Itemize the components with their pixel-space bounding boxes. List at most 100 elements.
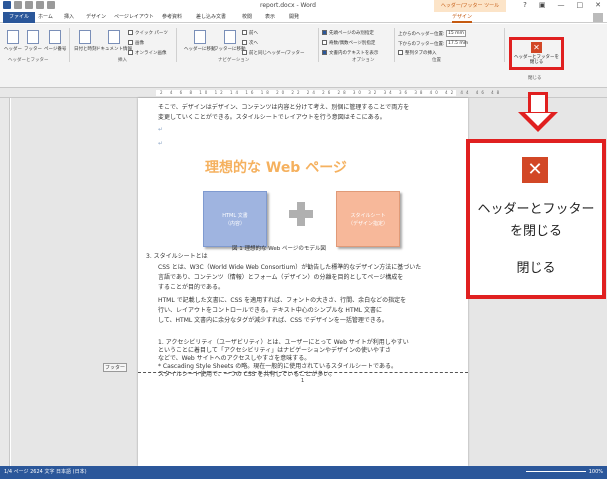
goto-footer-icon	[223, 30, 236, 44]
footnote-line: * Cascading Style Sheets の略。現在一般的に使用されてい…	[158, 363, 397, 370]
quick-parts-button[interactable]: クイック パーツ	[128, 30, 168, 36]
footnote-line: 1. アクセシビリティ（ユーザビリティ）とは、ユーザーにとって Web サイトが…	[158, 339, 409, 346]
zoom-label: ヘッダーとフッター を閉じる	[477, 202, 595, 239]
document-info-icon	[108, 30, 120, 44]
group-options: オプション	[352, 58, 375, 63]
header-button[interactable]: ヘッダー	[4, 30, 22, 52]
help-icon[interactable]: ?	[523, 1, 527, 9]
tab-insert[interactable]: 挿入	[64, 12, 74, 23]
title-bar: report.docx - Word ヘッダー/フッター ツール ? ▣ — □…	[0, 0, 607, 12]
figure-caption: 図 1 理想的な Web ページのモデル図	[232, 246, 326, 252]
goto-header-button[interactable]: ヘッダーに移動	[184, 30, 216, 52]
show-text-checkbox[interactable]: 文書内のテキストを表示	[322, 50, 378, 56]
close-window-icon[interactable]: ✕	[595, 1, 601, 9]
header-icon	[7, 30, 19, 44]
context-tab-group-label: ヘッダー/フッター ツール	[434, 0, 506, 12]
section-heading: 3. スタイルシートとは	[146, 253, 208, 260]
header-position-input[interactable]: 15 mm	[445, 30, 466, 37]
footer-button[interactable]: フッター	[24, 30, 42, 52]
tab-references[interactable]: 参考資料	[162, 12, 182, 23]
group-position: 位置	[432, 58, 441, 63]
header-button-label: ヘッダー	[4, 47, 22, 52]
paragraph-mark: ↵	[158, 126, 164, 133]
footer-page-number[interactable]: 1	[301, 378, 304, 384]
footer-button-label: フッター	[24, 47, 42, 52]
footer-tag: フッター	[103, 363, 127, 372]
doc-info-button[interactable]: ドキュメント情報	[96, 30, 132, 52]
zoom-level[interactable]: 100%	[589, 469, 603, 475]
zoom-group-label: 閉じる	[516, 261, 556, 276]
tab-developer[interactable]: 開発	[289, 12, 299, 23]
tab-home[interactable]: ホーム	[38, 12, 53, 23]
calendar-icon	[79, 30, 92, 44]
online-picture-button[interactable]: オンライン画像	[128, 50, 167, 56]
ribbon-display-icon[interactable]: ▣	[539, 1, 546, 9]
body-line: して、HTML 文書内に余分なタグが減少すれば、CSS でデザインを一括管理でき…	[158, 317, 388, 324]
footer-boundary	[138, 372, 468, 373]
zoom-slider[interactable]	[525, 471, 586, 472]
doc-info-label: ドキュメント情報	[96, 47, 132, 52]
tab-page-layout[interactable]: ページレイアウト	[114, 12, 154, 23]
next-button[interactable]: 次へ	[242, 40, 258, 46]
body-line: することが目的である。	[158, 284, 224, 291]
stylesheet-box: スタイルシート （デザイン指定）	[336, 191, 400, 247]
maximize-icon[interactable]: □	[577, 1, 584, 9]
odd-even-checkbox[interactable]: 奇数/偶数ページ別指定	[322, 40, 375, 46]
group-separator	[394, 28, 395, 62]
link-previous-button[interactable]: 前と同じヘッダー/フッター	[242, 50, 305, 56]
page-number-icon	[49, 30, 62, 44]
quick-parts-icon	[128, 30, 133, 35]
tab-design[interactable]: デザイン	[86, 12, 106, 23]
footer-position-field: 下からのフッター位置: 17.5 mm	[398, 40, 469, 47]
undo-icon[interactable]	[25, 1, 33, 9]
quick-access-toolbar	[3, 1, 55, 9]
first-page-checkbox[interactable]: 先頭ページのみ別指定	[322, 30, 374, 36]
document-page[interactable]	[138, 98, 468, 466]
group-insert: 挿入	[118, 58, 127, 63]
date-time-label: 日付と時刻	[74, 47, 97, 52]
page-number-button[interactable]: ページ番号	[44, 30, 66, 52]
body-line: そこで、デザインはデザイン、コンテンツは内容と分けて考え、別個に管理することで両…	[158, 104, 410, 111]
window-title: report.docx - Word	[260, 2, 316, 9]
checkbox-checked-icon	[322, 30, 327, 35]
print-preview-icon[interactable]	[47, 1, 55, 9]
date-time-button[interactable]: 日付と時刻	[74, 30, 97, 52]
next-icon	[242, 40, 247, 45]
tab-mailings[interactable]: 差し込み文書	[196, 12, 226, 23]
callout-arrow-shaft	[528, 92, 548, 114]
plus-icon	[289, 202, 313, 226]
save-icon[interactable]	[14, 1, 22, 9]
close-header-footer-button[interactable]: ✕ ヘッダーとフッターを閉じる	[509, 37, 564, 70]
account-avatar[interactable]	[593, 13, 603, 22]
tab-file[interactable]: ファイル	[3, 12, 36, 23]
goto-footer-button[interactable]: フッターに移動	[214, 30, 246, 52]
horizontal-ruler[interactable]: 2 4 6 8 10 12 14 16 18 20 22 24 26 28 30…	[0, 88, 607, 98]
minimize-icon[interactable]: —	[558, 1, 565, 9]
picture-icon	[128, 40, 133, 45]
tab-view[interactable]: 表示	[265, 12, 275, 23]
body-line: HTML で記載した文書に、CSS を適用すれば、フォントの大きさ、行間、余白な…	[158, 297, 407, 304]
group-separator	[176, 28, 177, 62]
goto-header-icon	[193, 30, 206, 44]
prev-button[interactable]: 前へ	[242, 30, 258, 36]
picture-button[interactable]: 画像	[128, 40, 144, 46]
tab-header-footer-design[interactable]: デザイン	[452, 12, 473, 23]
insert-align-tab-button[interactable]: 整列タブの挿入	[398, 50, 437, 56]
vertical-ruler[interactable]	[0, 98, 10, 470]
footer-position-input[interactable]: 17.5 mm	[445, 40, 468, 47]
footnote-line: などで、Web サイトへのアクセスしやすさを意味する。	[158, 355, 311, 362]
body-line: CSS とは、W3C（World Wide Web Consortium）が勧告…	[158, 264, 422, 271]
footnote-line: ということに着目して「アクセシビリティ」はナビゲーションやデザインの使いやすさ	[158, 347, 392, 354]
ribbon-tabs: ファイル ホーム 挿入 デザイン ページレイアウト 参考資料 差し込み文書 校閲…	[0, 12, 607, 23]
zoom-control[interactable]: 100%	[523, 466, 603, 479]
group-separator	[504, 28, 505, 62]
ruler-numbers: 2 4 6 8 10 12 14 16 18 20 22 24 26 28 30…	[160, 90, 503, 95]
online-picture-icon	[128, 50, 133, 55]
callout-arrow-head-inner	[525, 113, 551, 126]
group-close: 閉じる	[528, 76, 542, 81]
align-tab-icon	[398, 50, 403, 55]
redo-icon[interactable]	[36, 1, 44, 9]
page-number-label: ページ番号	[44, 47, 67, 52]
tab-review[interactable]: 校閲	[242, 12, 252, 23]
checkbox-checked-icon	[322, 50, 327, 55]
